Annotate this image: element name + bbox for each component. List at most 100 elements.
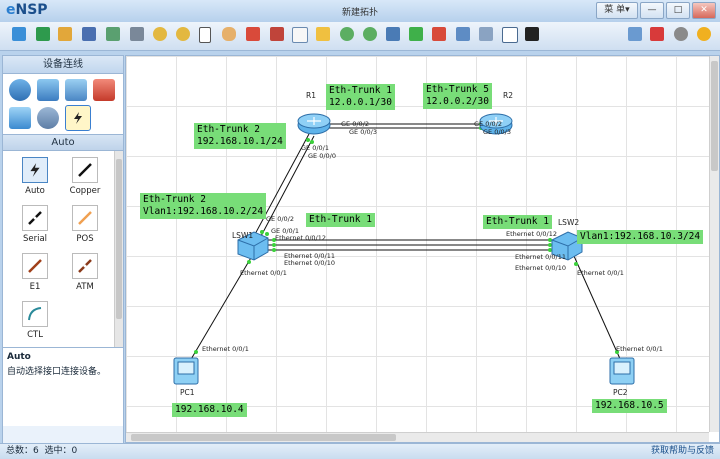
zoom-out-icon[interactable]: [363, 27, 377, 41]
cable-label: Auto: [25, 186, 45, 196]
help-icon[interactable]: [697, 27, 711, 41]
firewall-icon[interactable]: [93, 79, 115, 101]
cable-label: E1: [29, 282, 41, 292]
pc2-icon[interactable]: [609, 357, 635, 385]
router-icon[interactable]: [9, 79, 31, 101]
stop-device-icon[interactable]: [432, 27, 446, 41]
canvas-vertical-scrollbar[interactable]: [709, 56, 719, 432]
port-label: Ethernet 0/0/1: [577, 269, 624, 277]
device-name-r1: R1: [306, 91, 316, 100]
cable-pos[interactable]: POS: [59, 205, 111, 244]
menu-button[interactable]: 菜 单▾: [596, 2, 638, 19]
cable-label: CTL: [27, 330, 43, 340]
port-label: GE 0/0/1: [301, 144, 329, 152]
cable-e1[interactable]: E1: [9, 253, 61, 292]
device-name-pc2: PC2: [613, 388, 628, 397]
open-icon[interactable]: [58, 27, 72, 41]
zoom-in-icon[interactable]: [340, 27, 354, 41]
cable-ctl[interactable]: CTL: [9, 301, 61, 340]
pan-icon[interactable]: [222, 27, 236, 41]
new-example-icon[interactable]: [36, 27, 50, 41]
save-as-icon[interactable]: [106, 27, 120, 41]
start-device-icon[interactable]: [409, 27, 423, 41]
cable-description: Auto 自动选择接口连接设备。: [3, 347, 123, 426]
command-line-icon[interactable]: [525, 27, 539, 41]
label-lsw1-eth-trunk1[interactable]: Eth-Trunk 1: [306, 213, 375, 227]
port-status-dot: [306, 138, 310, 142]
cable-label: Copper: [69, 186, 101, 196]
pc-icon[interactable]: [9, 107, 31, 129]
palette-icon[interactable]: [316, 27, 330, 41]
e1-cable-icon: [22, 253, 48, 279]
port-label: GE 0/0/2: [266, 215, 294, 223]
port-label: GE 0/0/2: [341, 120, 369, 128]
label-r2-eth-trunk5[interactable]: Eth-Trunk 5 12.0.0.2/30: [423, 83, 492, 109]
label-lsw2-vlan1[interactable]: Vlan1:192.168.10.3/24: [577, 230, 704, 244]
collect-data-icon[interactable]: [456, 27, 470, 41]
label-pc1-ip[interactable]: 192.168.10.4: [172, 403, 247, 417]
router-r1-icon[interactable]: [297, 113, 331, 135]
label-r1-eth-trunk2[interactable]: Eth-Trunk 2 192.168.10.1/24: [194, 123, 286, 149]
pc1-icon[interactable]: [173, 357, 199, 385]
panel-title: 设备连线: [3, 56, 123, 74]
port-status-dot: [272, 243, 276, 247]
minimize-button[interactable]: —: [640, 2, 664, 19]
cable-list-scrollbar[interactable]: [114, 151, 123, 347]
ctl-cable-icon: [22, 301, 48, 327]
switch-icon[interactable]: [37, 79, 59, 101]
port-status-dot: [260, 230, 264, 234]
cable-serial[interactable]: Serial: [9, 205, 61, 244]
device-count: 总数：6 选中：0: [6, 446, 78, 456]
cable-copper[interactable]: Copper: [59, 157, 111, 196]
label-lsw1-eth-trunk2[interactable]: Eth-Trunk 2 Vlan1:192.168.10.2/24: [140, 193, 267, 219]
link-layer: [173, 113, 635, 385]
redo-icon[interactable]: [176, 27, 190, 41]
label-r1-eth-trunk1[interactable]: Eth-Trunk 1 12.0.0.1/30: [326, 84, 395, 110]
device-name-lsw1: LSW1: [232, 231, 254, 240]
close-button[interactable]: ✕: [692, 2, 716, 19]
text-icon[interactable]: [292, 27, 308, 43]
delete-all-links-icon[interactable]: [270, 27, 284, 41]
label-lsw2-eth-trunk1[interactable]: Eth-Trunk 1: [483, 215, 552, 229]
port-label: Ethernet 0/0/12: [506, 230, 557, 238]
save-icon[interactable]: [82, 27, 96, 41]
canvas-horizontal-scrollbar[interactable]: [126, 432, 709, 442]
maximize-button[interactable]: □: [666, 2, 690, 19]
copper-cable-icon: [72, 157, 98, 183]
port-label: Ethernet 0/0/1: [240, 269, 287, 277]
description-title: Auto: [7, 352, 31, 362]
device-name-pc1: PC1: [180, 388, 195, 397]
delete-icon[interactable]: [246, 27, 260, 41]
cable-list: Auto Copper Serial POS E1 ATM CTL: [3, 151, 123, 347]
cable-atm[interactable]: ATM: [59, 253, 111, 292]
cloud-icon[interactable]: [37, 107, 59, 129]
device-panel: 设备连线 Auto Auto Copper Serial POS E1 ATM …: [2, 55, 124, 445]
serial-cable-icon: [22, 205, 48, 231]
cable-label: POS: [76, 234, 94, 244]
topology-icon[interactable]: [479, 27, 493, 41]
settings-icon[interactable]: [674, 27, 688, 41]
cable-label: ATM: [76, 282, 94, 292]
port-status-dot: [272, 248, 276, 252]
port-label: GE 0/0/3: [349, 128, 377, 136]
new-topology-icon[interactable]: [12, 27, 26, 41]
port-label: Ethernet 0/0/12: [275, 234, 326, 242]
select-icon[interactable]: [199, 27, 211, 43]
device-name-r2: R2: [503, 91, 513, 100]
port-label: Ethernet 0/0/10: [284, 259, 335, 267]
help-feedback-link[interactable]: 获取帮助与反馈: [651, 444, 714, 459]
forum-icon[interactable]: [628, 27, 642, 41]
capture-icon[interactable]: [502, 27, 518, 43]
wireless-icon[interactable]: [65, 79, 87, 101]
print-icon[interactable]: [130, 27, 144, 41]
label-pc2-ip[interactable]: 192.168.10.5: [592, 399, 667, 413]
connection-icon[interactable]: [65, 105, 91, 131]
undo-icon[interactable]: [153, 27, 167, 41]
device-name-lsw2: LSW2: [558, 218, 580, 227]
cable-auto[interactable]: Auto: [9, 157, 61, 196]
huawei-site-icon[interactable]: [650, 27, 664, 41]
port-status-dot: [548, 248, 552, 252]
reset-zoom-icon[interactable]: [386, 27, 400, 41]
title-bar: eNSP 新建拓扑 菜 单▾ — □ ✕: [0, 0, 720, 23]
topology-canvas[interactable]: R1 R2 LSW1 LSW2 PC1 PC2 Eth-Trunk 1 12.0…: [125, 55, 720, 443]
